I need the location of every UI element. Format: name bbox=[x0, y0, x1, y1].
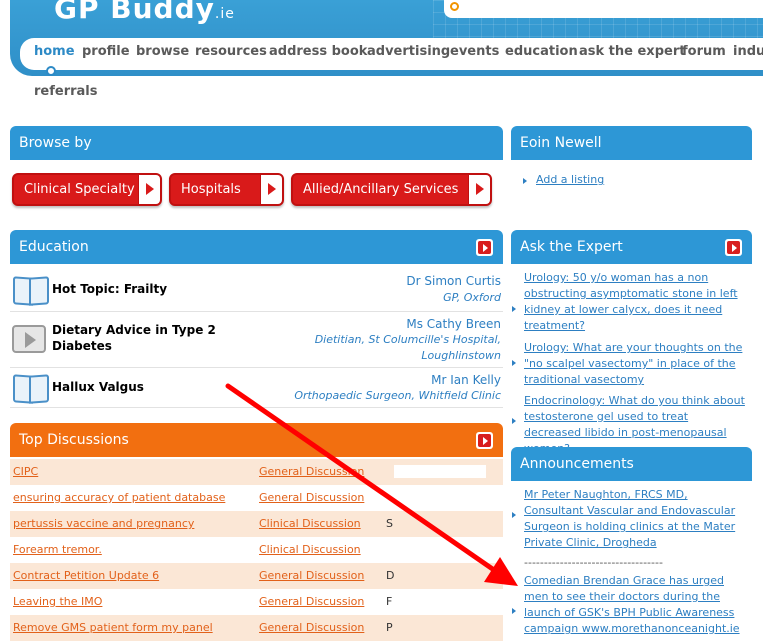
annotation-arrow bbox=[225, 383, 518, 586]
